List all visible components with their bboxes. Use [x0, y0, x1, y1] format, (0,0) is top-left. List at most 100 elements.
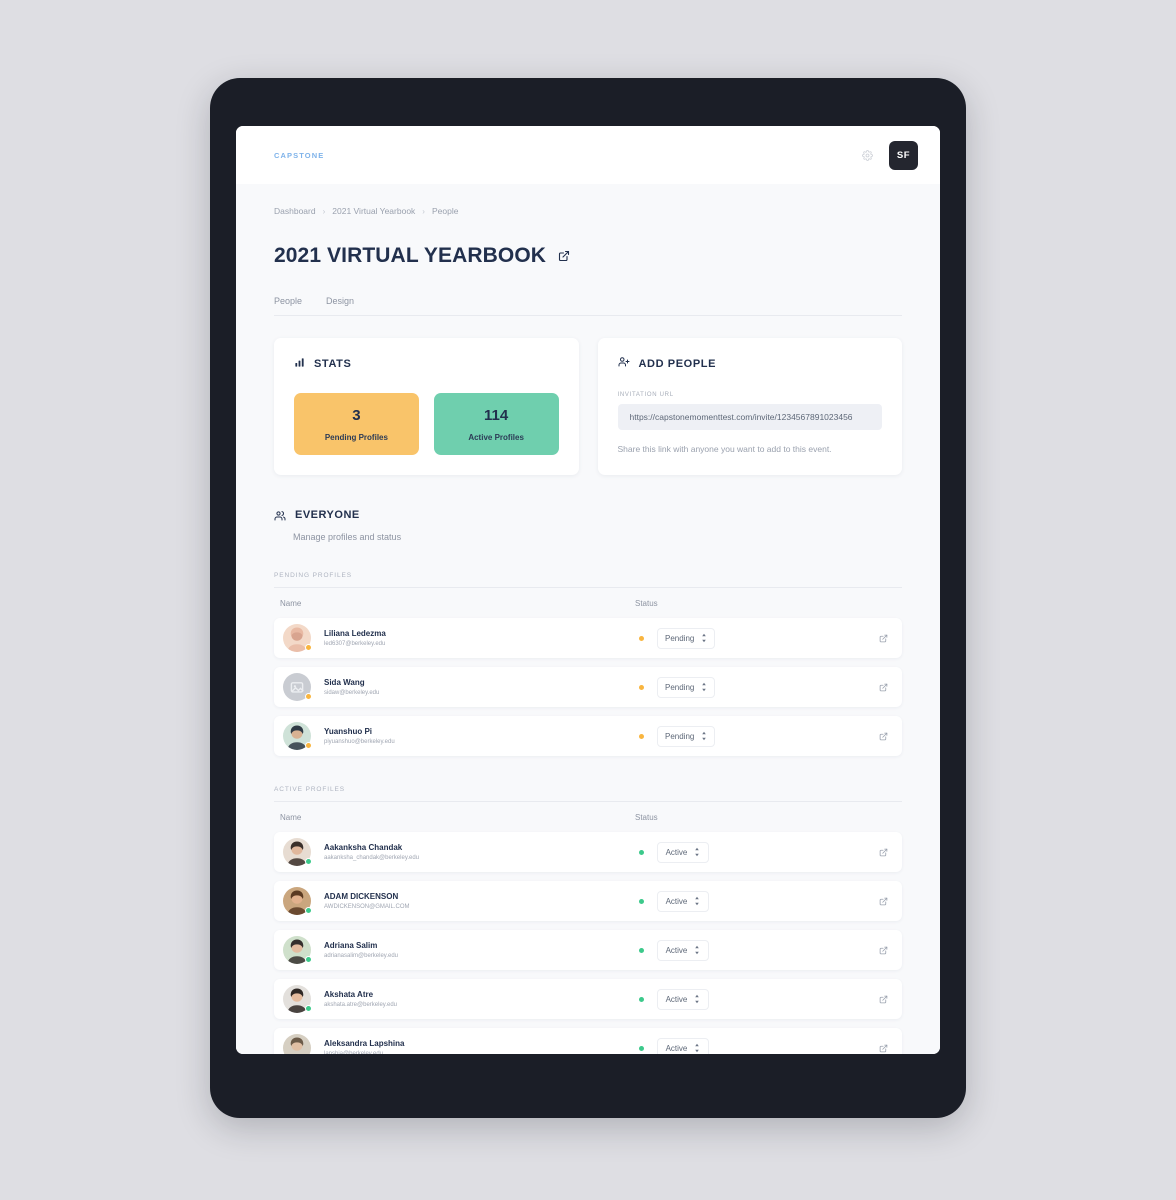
avatar — [283, 1034, 311, 1054]
stat-tile-pending[interactable]: 3 Pending Profiles — [294, 393, 419, 455]
group-label: ACTIVE PROFILES — [274, 786, 902, 802]
open-profile-icon[interactable] — [879, 897, 888, 906]
page-content: Dashboard › 2021 Virtual Yearbook › Peop… — [236, 184, 940, 1054]
status-cell: Pending — [639, 725, 716, 747]
status-value: Active — [665, 847, 688, 857]
breadcrumb-separator: › — [322, 206, 326, 216]
open-profile-icon[interactable] — [879, 1044, 888, 1053]
presence-dot — [305, 644, 312, 651]
table-row[interactable]: Akshata Atre akshata.atre@berkeley.edu Act… — [274, 979, 902, 1019]
avatar — [283, 624, 312, 652]
table-row[interactable]: Aleksandra Lapshina lapshia@berkeley.edu A… — [274, 1028, 902, 1054]
tab-people[interactable]: People — [274, 296, 302, 306]
presence-dot — [305, 907, 312, 914]
everyone-title: EVERYONE — [295, 509, 360, 521]
table-row[interactable]: Adriana Salim adrianasalim@berkeley.edu Ac… — [274, 930, 902, 970]
profile-identity: Akshata Atre akshata.atre@berkeley.edu — [324, 990, 639, 1008]
chevron-updown-icon — [694, 994, 700, 1004]
status-select[interactable]: Active — [657, 988, 709, 1010]
avatar — [283, 722, 312, 750]
open-profile-icon[interactable] — [879, 995, 888, 1004]
profile-name: Yuanshuo Pi — [324, 727, 373, 736]
status-select[interactable]: Pending — [657, 627, 716, 649]
user-avatar-button[interactable]: SF — [889, 140, 918, 170]
active-label: Active Profiles — [468, 433, 524, 442]
open-profile-icon[interactable] — [879, 946, 888, 955]
tab-design[interactable]: Design — [326, 296, 354, 306]
pending-label: Pending Profiles — [324, 433, 388, 442]
status-dot — [639, 684, 644, 690]
profile-email: piyuanshuo@berkeley.edu — [324, 739, 395, 745]
group-label: PENDING PROFILES — [274, 572, 902, 588]
invitation-url-input[interactable] — [617, 404, 882, 430]
status-cell: Active — [639, 939, 709, 961]
profile-identity: Aleksandra Lapshina lapshia@berkeley.edu — [324, 1039, 639, 1054]
presence-dot — [305, 693, 312, 700]
chevron-updown-icon — [701, 682, 707, 692]
page-title-row: 2021 VIRTUAL YEARBOOK — [274, 244, 902, 268]
avatar — [283, 887, 312, 915]
pending-count: 3 — [352, 407, 361, 424]
chevron-updown-icon — [694, 945, 700, 955]
status-cell: Active — [639, 1037, 709, 1054]
status-cell: Pending — [639, 676, 716, 698]
status-dot — [639, 635, 644, 641]
profile-email: adrianasalim@berkeley.edu — [324, 953, 399, 959]
open-profile-icon[interactable] — [879, 634, 888, 643]
status-value: Active — [665, 994, 688, 1004]
profile-name: Aleksandra Lapshina — [324, 1039, 405, 1048]
table-row[interactable]: Yuanshuo Pi piyuanshuo@berkeley.edu Pendin… — [274, 716, 902, 756]
breadcrumb-item-dashboard[interactable]: Dashboard — [274, 206, 316, 216]
profile-identity: Yuanshuo Pi piyuanshuo@berkeley.edu — [324, 727, 639, 745]
invitation-url-label: INVITATION URL — [617, 392, 674, 398]
everyone-section: EVERYONE Manage profiles and status — [274, 509, 902, 542]
profile-email: lapshia@berkeley.edu — [324, 1051, 384, 1054]
status-dot — [639, 898, 644, 904]
table-row[interactable]: Aakanksha Chandak aakanksha_chandak@berke… — [274, 832, 902, 872]
stat-tile-active[interactable]: 114 Active Profiles — [433, 393, 559, 455]
screenshot-stage: CAPSTONE SF Dashboard › 2021 Virtual Yea… — [0, 0, 1176, 1200]
status-cell: Active — [639, 890, 709, 912]
breadcrumb: Dashboard › 2021 Virtual Yearbook › Peop… — [274, 184, 902, 216]
table-row[interactable]: Liliana Ledezma led6307@berkeley.edu Pendi… — [274, 618, 902, 658]
status-select[interactable]: Active — [657, 841, 709, 863]
profile-name: Liliana Ledezma — [324, 629, 386, 638]
status-value: Pending — [665, 682, 695, 692]
status-select[interactable]: Pending — [657, 676, 716, 698]
status-select[interactable]: Active — [657, 890, 709, 912]
column-header-status: Status — [635, 813, 658, 822]
status-dot — [639, 947, 644, 953]
people-icon — [274, 509, 286, 527]
chevron-updown-icon — [694, 847, 700, 857]
open-profile-icon[interactable] — [879, 732, 888, 741]
external-link-icon[interactable] — [558, 250, 570, 262]
status-dot — [639, 849, 644, 855]
tabs-container: People Design — [274, 296, 902, 316]
add-person-icon — [618, 355, 630, 373]
profile-identity: Aakanksha Chandak aakanksha_chandak@berke… — [324, 843, 639, 861]
table-row[interactable]: Sida Wang sidaw@berkeley.edu Pending — [274, 667, 902, 707]
column-headers: Name Status — [274, 802, 902, 832]
stat-tiles: 3 Pending Profiles 114 Active Profiles — [294, 393, 559, 455]
tablet-screen: CAPSTONE SF Dashboard › 2021 Virtual Yea… — [236, 126, 940, 1054]
add-people-card: ADD PEOPLE INVITATION URL Share this lin… — [597, 338, 902, 475]
table-row[interactable]: ADAM DICKENSON AWDICKENSON@GMAIL.COM Activ… — [274, 881, 902, 921]
status-value: Active — [665, 896, 688, 906]
stats-card: STATS 3 Pending Profiles 114 Active Prof… — [274, 338, 579, 475]
status-cell: Active — [639, 988, 709, 1010]
profile-email: led6307@berkeley.edu — [324, 641, 386, 647]
open-profile-icon[interactable] — [879, 848, 888, 857]
open-profile-icon[interactable] — [879, 683, 888, 692]
gear-icon[interactable] — [862, 149, 873, 161]
add-people-hint: Share this link with anyone you want to … — [617, 444, 832, 454]
breadcrumb-item-yearbook[interactable]: 2021 Virtual Yearbook — [332, 206, 415, 216]
profile-email: aakanksha_chandak@berkeley.edu — [324, 855, 420, 861]
status-select[interactable]: Pending — [657, 725, 716, 747]
column-header-status: Status — [635, 599, 658, 608]
status-select[interactable]: Active — [657, 1037, 709, 1054]
add-people-card-title: ADD PEOPLE — [638, 358, 717, 370]
app-topbar: CAPSTONE SF — [236, 126, 940, 184]
app-logo[interactable]: CAPSTONE — [274, 151, 324, 160]
status-select[interactable]: Active — [657, 939, 709, 961]
profile-group: ACTIVE PROFILES Name Status Aakanksha Chand… — [274, 786, 902, 1054]
